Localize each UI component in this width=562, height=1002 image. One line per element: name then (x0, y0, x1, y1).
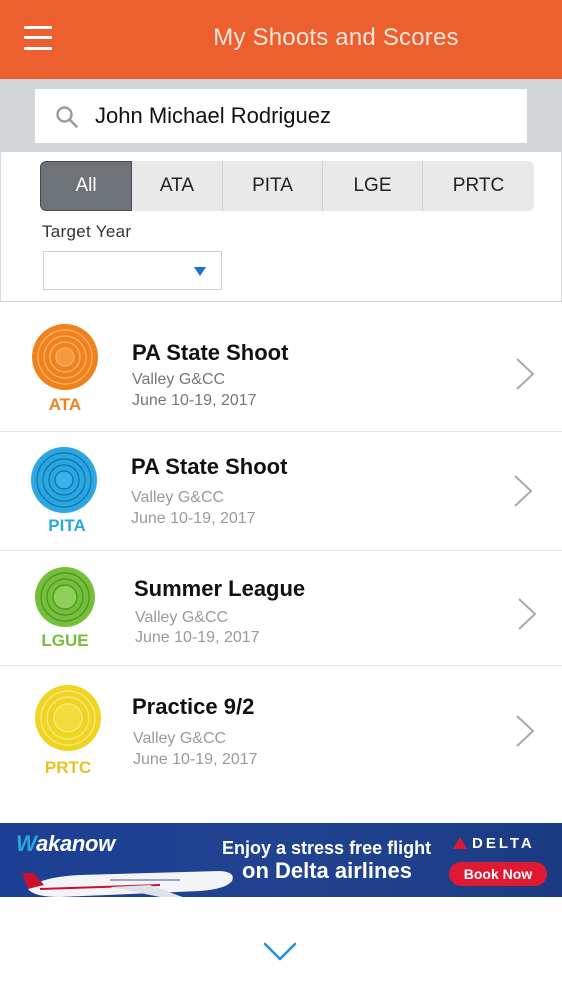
filter-panel: All ATA PITA LGE PRTC Target Year (0, 152, 562, 302)
shoot-club: Valley G&CC (133, 730, 227, 747)
badge-label: LGUE (41, 631, 89, 650)
shoot-date: June 10-19, 2017 (132, 392, 257, 409)
tab-all[interactable]: All (40, 161, 132, 211)
search-bar: John Michael Rodriguez (0, 79, 562, 152)
ad-headline: Enjoy a stress free flight (222, 838, 432, 858)
tab-prtc[interactable]: PRTC (423, 161, 534, 211)
app-header: My Shoots and Scores (0, 0, 562, 79)
shoot-date: June 10-19, 2017 (133, 751, 258, 768)
search-value: John Michael Rodriguez (95, 103, 332, 128)
shoot-club: Valley G&CC (135, 609, 229, 626)
shoot-club: Valley G&CC (131, 489, 225, 506)
shoot-date: June 10-19, 2017 (131, 510, 256, 527)
target-icon (35, 685, 101, 751)
target-year-select[interactable] (43, 251, 222, 290)
badge-label: PITA (48, 516, 86, 535)
target-year-label: Target Year (42, 222, 132, 241)
shoot-title: Summer League (134, 576, 306, 601)
chevron-right-icon (518, 598, 537, 630)
search-input[interactable]: John Michael Rodriguez (35, 89, 527, 143)
delta-logo-icon (453, 837, 467, 849)
badge-label: ATA (48, 395, 82, 414)
ad-banner[interactable]: Wakanow Enjoy a stress free flight on De… (0, 823, 562, 897)
chevron-right-icon (514, 475, 533, 507)
tab-ata[interactable]: ATA (132, 161, 223, 211)
search-icon (56, 106, 78, 128)
list-item-shoot[interactable]: PITA PA State Shoot Valley G&CC June 10-… (0, 432, 562, 551)
shoot-club: Valley G&CC (132, 371, 226, 388)
airplane-icon (22, 871, 233, 897)
shoot-title: PA State Shoot (131, 454, 288, 479)
target-icon (31, 447, 97, 513)
ad-airline: DELTA (472, 835, 535, 852)
shoot-list: ATA PA State Shoot Valley G&CC June 10-1… (0, 302, 562, 791)
shoot-title: PA State Shoot (132, 340, 289, 365)
league-tabs: All ATA PITA LGE PRTC (40, 161, 534, 211)
list-item-shoot[interactable]: ATA PA State Shoot Valley G&CC June 10-1… (0, 302, 562, 432)
list-item-shoot[interactable]: PRTC Practice 9/2 Valley G&CC June 10-19… (0, 666, 562, 791)
page-title: My Shoots and Scores (213, 24, 459, 51)
target-icon (32, 324, 98, 390)
tab-lge[interactable]: LGE (323, 161, 423, 211)
hamburger-icon[interactable] (24, 26, 52, 50)
shoot-date: June 10-19, 2017 (135, 629, 260, 646)
shoot-title: Practice 9/2 (132, 694, 255, 719)
badge-label: PRTC (44, 758, 92, 777)
chevron-right-icon (516, 358, 535, 390)
chevron-right-icon (516, 715, 535, 747)
ad-brand-logo: Wakanow (16, 831, 115, 856)
book-now-button[interactable]: Book Now (449, 862, 547, 886)
dropdown-caret-icon (194, 267, 206, 276)
list-item-shoot[interactable]: LGUE Summer League Valley G&CC June 10-1… (0, 551, 562, 666)
tab-pita[interactable]: PITA (223, 161, 323, 211)
chevron-down-icon[interactable] (262, 940, 298, 964)
target-icon (35, 567, 95, 627)
ad-subheadline: on Delta airlines (242, 858, 412, 883)
